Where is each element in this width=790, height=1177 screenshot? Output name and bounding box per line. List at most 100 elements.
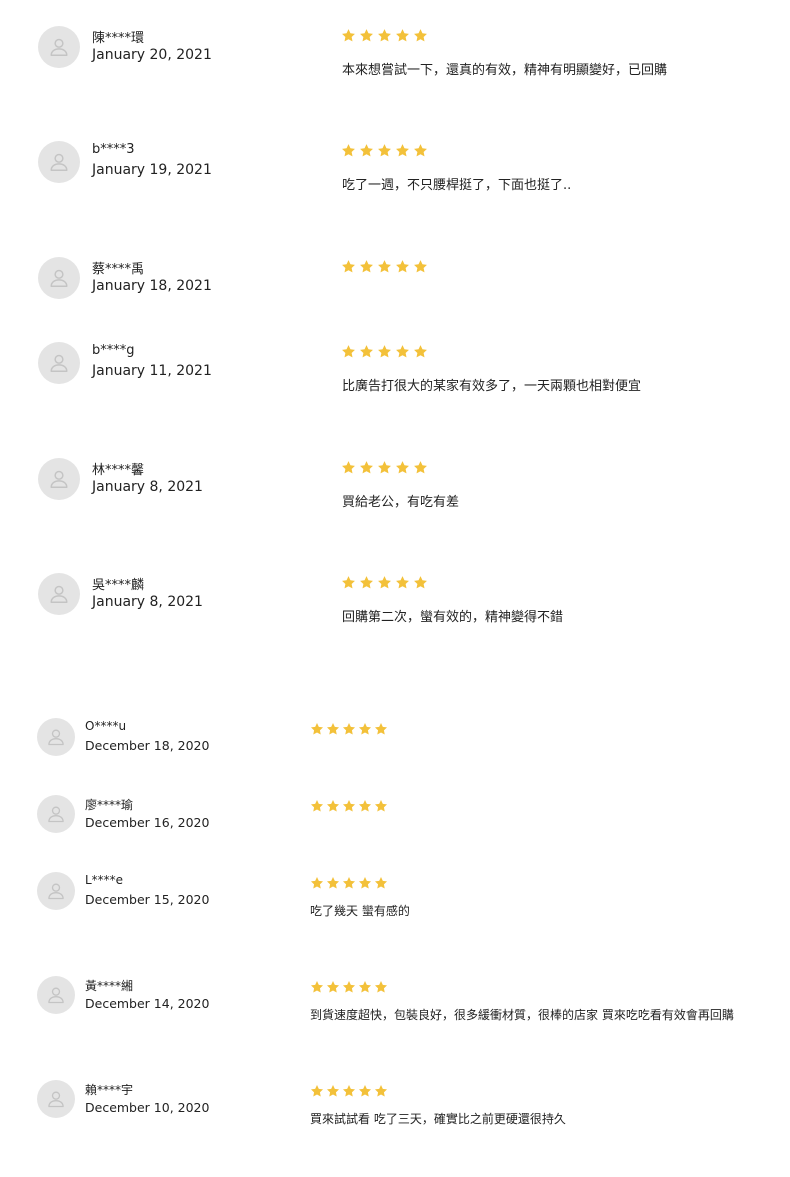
reviewer-name: b****g <box>92 343 135 358</box>
star-icon <box>342 29 355 42</box>
star-icon <box>374 877 388 889</box>
user-icon <box>37 718 75 756</box>
star-icon <box>374 723 388 735</box>
star-icon <box>326 800 340 812</box>
review-comment: 買來試試看 吃了三天，確實比之前更硬還很持久 <box>310 1112 566 1126</box>
star-icon <box>358 981 372 993</box>
star-rating <box>341 28 428 43</box>
user-icon <box>38 141 80 183</box>
user-icon <box>38 26 80 68</box>
star-icon <box>342 260 355 273</box>
star-icon <box>326 1085 340 1097</box>
star-rating <box>341 460 428 475</box>
review-date: January 11, 2021 <box>92 363 212 379</box>
review-date: December 16, 2020 <box>85 815 210 830</box>
reviewer-name: 黃****緗 <box>85 979 134 993</box>
star-icon <box>342 877 356 889</box>
user-icon <box>37 872 75 910</box>
review-date: January 20, 2021 <box>92 47 212 63</box>
star-icon <box>374 981 388 993</box>
star-icon <box>358 1085 372 1097</box>
star-rating <box>341 344 428 359</box>
reviewer-name: 賴****宇 <box>85 1083 134 1097</box>
star-icon <box>342 144 355 157</box>
star-icon <box>378 461 391 474</box>
star-icon <box>414 345 427 358</box>
star-icon <box>360 461 373 474</box>
star-icon <box>326 877 340 889</box>
star-icon <box>414 29 427 42</box>
star-icon <box>360 29 373 42</box>
review-comment: 吃了一週，不只腰桿挺了，下面也挺了.. <box>342 178 572 193</box>
review-date: January 8, 2021 <box>92 479 203 495</box>
star-icon <box>326 723 340 735</box>
star-icon <box>378 576 391 589</box>
star-icon <box>378 260 391 273</box>
review-date: December 14, 2020 <box>85 996 210 1011</box>
star-rating <box>310 722 388 736</box>
star-icon <box>360 576 373 589</box>
star-rating <box>310 799 388 813</box>
reviewer-name: 吳****麟 <box>92 578 145 593</box>
user-icon <box>37 976 75 1014</box>
star-icon <box>326 981 340 993</box>
review-comment: 回購第二次，蠻有效的，精神變得不錯 <box>342 610 564 625</box>
user-icon <box>38 342 80 384</box>
user-icon <box>37 1080 75 1118</box>
star-icon <box>414 260 427 273</box>
star-icon <box>358 800 372 812</box>
review-comment: 吃了幾天 蠻有感的 <box>310 904 410 918</box>
review-date: December 15, 2020 <box>85 892 210 907</box>
star-icon <box>396 260 409 273</box>
star-icon <box>378 29 391 42</box>
star-icon <box>342 345 355 358</box>
review-comment: 到貨速度超快，包裝良好，很多緩衝材質，很棒的店家 買來吃吃看有效會再回購 <box>310 1008 734 1022</box>
star-icon <box>310 800 324 812</box>
star-icon <box>374 1085 388 1097</box>
review-comment: 買給老公，有吃有差 <box>342 495 460 510</box>
star-icon <box>378 144 391 157</box>
star-icon <box>358 723 372 735</box>
star-icon <box>414 461 427 474</box>
star-icon <box>360 345 373 358</box>
reviewer-name: 蔡****禹 <box>92 262 145 277</box>
star-icon <box>310 877 324 889</box>
star-icon <box>342 981 356 993</box>
reviewer-name: 陳****環 <box>92 31 145 46</box>
star-icon <box>414 576 427 589</box>
star-icon <box>414 144 427 157</box>
reviewer-name: 林****馨 <box>92 463 145 478</box>
review-comment: 本來想嘗試一下，還真的有效，精神有明顯變好，已回購 <box>342 63 668 78</box>
reviewer-name: L****e <box>85 873 124 887</box>
reviewer-name: O****u <box>85 719 127 733</box>
review-date: December 10, 2020 <box>85 1100 210 1115</box>
star-icon <box>396 345 409 358</box>
user-icon <box>38 573 80 615</box>
reviewer-name: 廖****瑜 <box>85 798 134 812</box>
star-icon <box>310 981 324 993</box>
star-icon <box>374 800 388 812</box>
review-comment: 比廣告打很大的某家有效多了，一天兩顆也相對便宜 <box>342 379 642 394</box>
reviewer-name: b****3 <box>92 142 135 157</box>
star-icon <box>310 1085 324 1097</box>
star-icon <box>342 461 355 474</box>
star-rating <box>341 575 428 590</box>
star-icon <box>342 1085 356 1097</box>
star-icon <box>396 461 409 474</box>
star-rating <box>341 259 428 274</box>
star-rating <box>310 980 388 994</box>
user-icon <box>38 458 80 500</box>
star-rating <box>310 1084 388 1098</box>
star-icon <box>360 260 373 273</box>
star-icon <box>358 877 372 889</box>
user-icon <box>38 257 80 299</box>
star-icon <box>342 723 356 735</box>
star-icon <box>342 576 355 589</box>
star-icon <box>396 29 409 42</box>
star-icon <box>378 345 391 358</box>
star-rating <box>310 876 388 890</box>
star-icon <box>342 800 356 812</box>
review-date: January 8, 2021 <box>92 594 203 610</box>
review-date: December 18, 2020 <box>85 738 210 753</box>
star-icon <box>396 576 409 589</box>
